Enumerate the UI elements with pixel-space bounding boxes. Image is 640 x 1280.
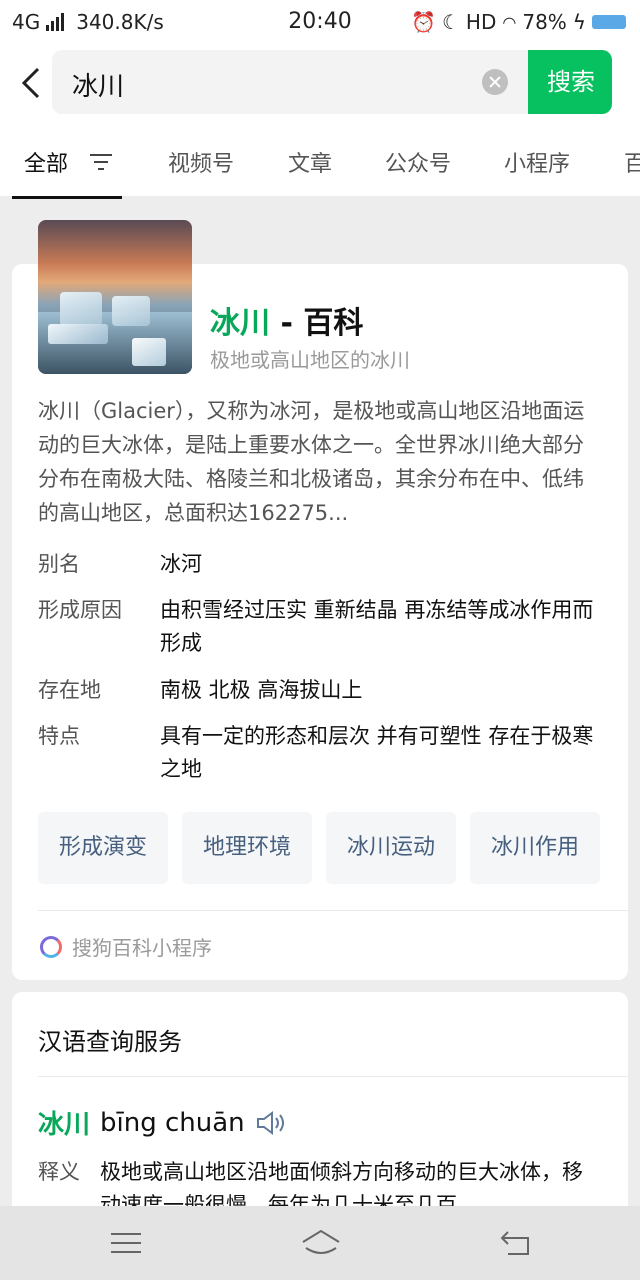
definition-text: 极地或高山地区沿地面倾斜方向移动的巨大冰体，移动速度一般很慢，每年为几十米至几百: [100, 1160, 583, 1206]
wifi-icon: ◠: [502, 12, 517, 32]
chip-environment[interactable]: 地理环境: [182, 812, 312, 884]
search-input[interactable]: 冰川: [72, 66, 124, 103]
chip-movement[interactable]: 冰川运动: [326, 812, 456, 884]
baike-title[interactable]: 冰川 - 百科: [210, 298, 363, 342]
tab-all[interactable]: 全部: [24, 146, 68, 178]
alarm-icon: ⏰: [411, 10, 436, 34]
sogou-baike-icon: [40, 935, 62, 958]
source-link[interactable]: 搜狗百科小程序: [40, 932, 212, 961]
charging-icon: ϟ: [572, 10, 586, 34]
tab-baike[interactable]: 百: [624, 146, 640, 178]
search-button[interactable]: 搜索: [528, 50, 612, 114]
hd-label: HD: [465, 10, 497, 34]
tab-articles[interactable]: 文章: [288, 146, 332, 178]
baike-description[interactable]: 冰川（Glacier），又称为冰河，是极地或高山地区沿地面运动的巨大冰体，是陆上…: [38, 394, 598, 530]
search-header: 冰川 搜索 全部 视频号 文章 公众号 小程序 百: [0, 44, 640, 199]
status-bar: 4G 340.8K/s 20:40 ⏰ ☾ HD ◠ 78% ϟ: [0, 0, 640, 44]
tab-channels[interactable]: 视频号: [168, 146, 234, 178]
back-icon[interactable]: [498, 1228, 534, 1258]
tab-mini-programs[interactable]: 小程序: [504, 146, 570, 178]
divider: [38, 910, 628, 911]
chip-effect[interactable]: 冰川作用: [470, 812, 600, 884]
pinyin-text: bīng chuān: [100, 1107, 245, 1138]
glacier-image[interactable]: [38, 220, 192, 374]
back-arrow-icon[interactable]: [18, 66, 46, 100]
tab-official-accounts[interactable]: 公众号: [385, 146, 451, 178]
dictionary-word: 冰川: [38, 1110, 91, 1140]
definition-label: 释义: [38, 1160, 80, 1184]
clear-icon[interactable]: [482, 69, 508, 95]
word-pinyin: 冰川 bīng chuān: [38, 1104, 289, 1141]
dictionary-title: 汉语查询服务: [38, 1028, 182, 1056]
chip-formation[interactable]: 形成演变: [38, 812, 168, 884]
moon-icon: ☾: [441, 10, 460, 34]
baike-subtitle: 极地或高山地区的冰川: [210, 348, 410, 372]
speaker-icon[interactable]: [255, 1109, 289, 1137]
battery-icon: [592, 15, 626, 29]
active-tab-indicator: [12, 196, 122, 199]
search-box: 冰川 搜索: [52, 50, 612, 114]
menu-icon[interactable]: [108, 1228, 144, 1258]
topic-chips: 形成演变 地理环境 冰川运动 冰川作用: [38, 812, 604, 884]
filter-icon[interactable]: [90, 154, 112, 170]
battery-percent: 78%: [522, 10, 567, 34]
category-tabs: 全部 视频号 文章 公众号 小程序 百: [0, 140, 640, 199]
source-label: 搜狗百科小程序: [72, 936, 212, 960]
system-nav-bar: [0, 1206, 640, 1280]
divider: [38, 1076, 628, 1077]
home-icon[interactable]: [300, 1228, 342, 1258]
